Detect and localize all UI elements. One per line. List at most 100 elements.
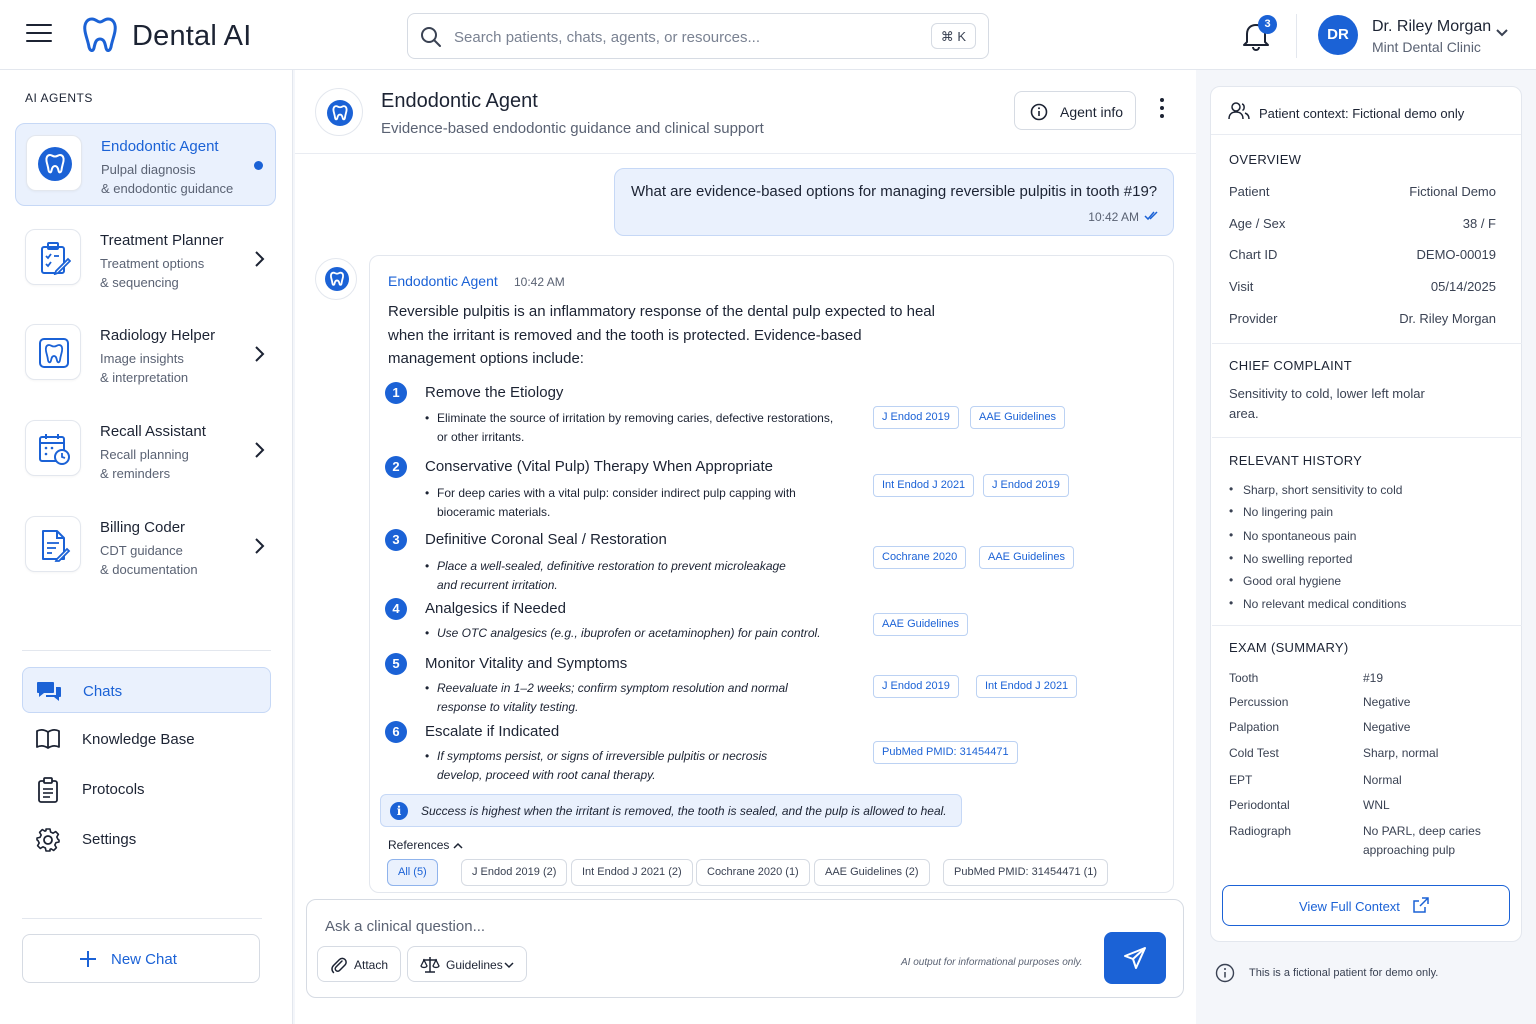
info-icon xyxy=(1215,963,1235,983)
agent-subtitle: & sequencing xyxy=(100,275,179,290)
send-button[interactable] xyxy=(1104,932,1166,984)
step-detail: • Reevaluate in 1–2 weeks; confirm sympto… xyxy=(425,681,788,714)
step-title: Monitor Vitality and Symptoms xyxy=(425,655,628,672)
reference-chip[interactable]: AAE Guidelines xyxy=(979,546,1075,569)
menu-icon[interactable] xyxy=(26,24,52,46)
reference-filter[interactable]: Int Endod J 2021 (2) xyxy=(571,859,693,886)
context-header: Patient context: Fictional demo only xyxy=(1211,87,1521,135)
reference-chip[interactable]: Int Endod J 2021 xyxy=(873,474,975,497)
agent-title: Recall Assistant xyxy=(100,423,206,440)
agent-title: Endodontic Agent xyxy=(101,138,219,155)
exam-label: Tooth xyxy=(1229,671,1259,685)
reference-chip[interactable]: J Endod 2019 xyxy=(873,675,959,698)
reference-filter[interactable]: AAE Guidelines (2) xyxy=(814,859,930,886)
sidebar-agent-endodontic[interactable]: Endodontic Agent Pulpal diagnosis & endo… xyxy=(15,123,276,206)
book-icon xyxy=(36,729,60,749)
exam-value: Normal xyxy=(1363,773,1402,787)
reference-filter[interactable]: PubMed PMID: 31454471 (1) xyxy=(943,859,1109,886)
chevron-right-icon xyxy=(255,538,265,554)
reference-chip[interactable]: Int Endod J 2021 xyxy=(976,675,1078,698)
nav-label: Settings xyxy=(82,831,137,848)
exam-value: WNL xyxy=(1363,798,1390,812)
agent-title: Treatment Planner xyxy=(100,232,224,249)
new-chat-button[interactable]: New Chat xyxy=(22,934,260,983)
field-label: Patient xyxy=(1229,184,1270,199)
reference-chip[interactable]: J Endod 2019 xyxy=(873,406,959,429)
field-value: Fictional Demo xyxy=(1409,184,1496,199)
reference-chip[interactable]: AAE Guidelines xyxy=(970,406,1066,429)
clipboard-plan-icon xyxy=(41,242,71,275)
sidebar-agent-treatment-planner[interactable]: Treatment Planner Treatment options & se… xyxy=(15,218,276,301)
nav-chats[interactable]: Chats xyxy=(22,667,271,713)
user-name[interactable]: Dr. Riley Morgan xyxy=(1372,18,1491,36)
more-options-icon[interactable] xyxy=(1155,98,1169,122)
patient-context-panel: Patient context: Fictional demo only OVE… xyxy=(1210,86,1522,942)
guidelines-dropdown[interactable]: Guidelines xyxy=(407,946,527,982)
agent-tile xyxy=(25,420,81,476)
reference-chip[interactable]: AAE Guidelines xyxy=(873,613,969,636)
ai-disclaimer: AI output for informational purposes onl… xyxy=(901,957,1083,968)
message-input[interactable] xyxy=(325,914,885,938)
nav-protocols[interactable]: Protocols xyxy=(22,766,271,812)
attach-button[interactable]: Attach xyxy=(317,946,401,982)
references-toggle[interactable]: References xyxy=(388,838,463,852)
plus-icon xyxy=(80,951,96,967)
reference-chip[interactable]: J Endod 2019 xyxy=(983,474,1069,497)
agent-subtitle: CDT guidance xyxy=(100,543,183,558)
agent-subtitle: & endodontic guidance xyxy=(101,181,234,196)
step-number: 2 xyxy=(385,456,407,478)
nav-label: Knowledge Base xyxy=(82,731,195,748)
page-subtitle: Evidence-based endodontic guidance and c… xyxy=(381,120,764,137)
view-full-label: View Full Context xyxy=(1299,899,1400,914)
nav-settings[interactable]: Settings xyxy=(22,816,271,862)
agent-tile xyxy=(26,135,82,191)
reference-filter[interactable]: J Endod 2019 (2) xyxy=(461,859,568,886)
reply-intro: Reversible pulpitis is an inflammatory r… xyxy=(388,303,935,367)
divider xyxy=(1296,14,1297,58)
step-title: Analgesics if Needed xyxy=(425,600,566,617)
tooth-icon xyxy=(327,100,353,126)
divider xyxy=(295,153,1196,154)
exam-label: Radiograph xyxy=(1229,824,1292,838)
reply-author: Endodontic Agent xyxy=(388,273,498,289)
section-heading: RELEVANT HISTORY xyxy=(1229,453,1363,468)
message-text: What are evidence-based options for mana… xyxy=(631,183,1158,200)
sidebar-agent-recall-assistant[interactable]: Recall Assistant Recall planning & remin… xyxy=(15,409,276,492)
new-chat-label: New Chat xyxy=(111,951,177,968)
reference-chip[interactable]: Cochrane 2020 xyxy=(873,546,967,569)
reference-chip[interactable]: PubMed PMID: 31454471 xyxy=(873,741,1018,764)
reference-filter-all[interactable]: All (5) xyxy=(387,859,438,886)
agent-subtitle: & reminders xyxy=(100,466,171,481)
sidebar-agent-radiology-helper[interactable]: Radiology Helper Image insights & interp… xyxy=(15,313,276,396)
section-heading: OVERVIEW xyxy=(1229,152,1302,167)
footnote-text: This is a fictional patient for demo onl… xyxy=(1249,967,1439,979)
step-number: 6 xyxy=(385,721,407,743)
agent-subtitle: Image insights xyxy=(100,351,184,366)
global-search[interactable]: ⌘ K xyxy=(407,13,989,59)
callout-text: Success is highest when the irritant is … xyxy=(421,804,947,818)
agents-section-label: AI AGENTS xyxy=(25,91,93,105)
reference-filter[interactable]: Cochrane 2020 (1) xyxy=(696,859,810,886)
chevron-up-icon xyxy=(453,843,463,849)
agent-title: Billing Coder xyxy=(100,519,186,536)
view-full-context-button[interactable]: View Full Context xyxy=(1222,885,1510,926)
page-title: Endodontic Agent xyxy=(381,90,538,112)
step-number: 5 xyxy=(385,653,407,675)
agent-tile xyxy=(25,516,81,572)
tooth-logo-icon xyxy=(83,17,117,52)
sidebar-agent-billing-coder[interactable]: Billing Coder CDT guidance & documentati… xyxy=(15,505,276,588)
tooth-icon xyxy=(38,147,72,181)
field-value: DEMO-00019 xyxy=(1416,247,1496,262)
search-input[interactable] xyxy=(454,24,914,50)
nav-knowledge-base[interactable]: Knowledge Base xyxy=(22,716,271,762)
agent-info-label: Agent info xyxy=(1060,104,1124,120)
step-number: 4 xyxy=(385,598,407,620)
agent-info-button[interactable]: Agent info xyxy=(1014,91,1136,130)
avatar[interactable]: DR xyxy=(1318,15,1358,55)
agent-subtitle: Treatment options xyxy=(100,256,205,271)
field-value: 38 / F xyxy=(1462,216,1496,231)
context-header-label: Patient context: Fictional demo only xyxy=(1259,106,1465,121)
chevron-down-icon[interactable] xyxy=(1495,28,1509,38)
divider xyxy=(1212,625,1522,626)
chevron-down-icon xyxy=(504,962,514,969)
